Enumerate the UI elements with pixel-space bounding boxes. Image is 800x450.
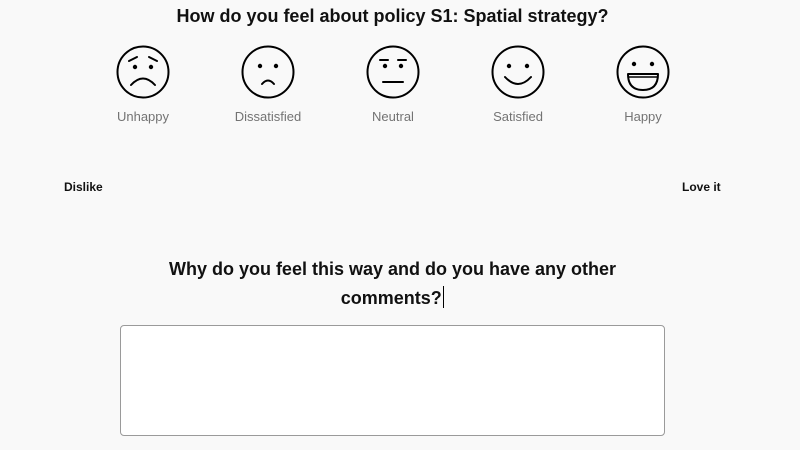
happy-face-icon	[616, 45, 670, 99]
rating-option-dissatisfied[interactable]: Dissatisfied	[218, 44, 318, 124]
rating-label-dissatisfied: Dissatisfied	[234, 109, 302, 124]
comment-question-text: Why do you feel this way and do you have…	[168, 259, 617, 308]
scale-min-label: Dislike	[64, 180, 103, 194]
rating-label-neutral: Neutral	[372, 109, 414, 124]
question-title: How do you feel about policy S1: Spatial…	[176, 6, 609, 26]
rating-label-happy: Happy	[624, 109, 662, 124]
rating-option-unhappy[interactable]: Unhappy	[93, 44, 193, 124]
rating-option-happy[interactable]: Happy	[593, 44, 693, 124]
comment-question: Why do you feel this way and do you have…	[150, 255, 635, 313]
satisfied-face-icon	[491, 45, 545, 99]
rating-option-neutral[interactable]: Neutral	[343, 44, 443, 124]
comment-textarea[interactable]	[120, 325, 665, 436]
rating-option-satisfied[interactable]: Satisfied	[468, 44, 568, 124]
survey-page: How do you feel about policy S1: Spatial…	[0, 0, 800, 450]
rating-label-unhappy: Unhappy	[116, 109, 170, 124]
dissatisfied-face-icon	[241, 45, 295, 99]
neutral-face-icon	[366, 45, 420, 99]
scale-max-label: Love it	[682, 180, 721, 194]
text-cursor	[442, 286, 445, 308]
unhappy-face-icon	[116, 45, 170, 99]
rating-label-satisfied: Satisfied	[493, 109, 543, 124]
